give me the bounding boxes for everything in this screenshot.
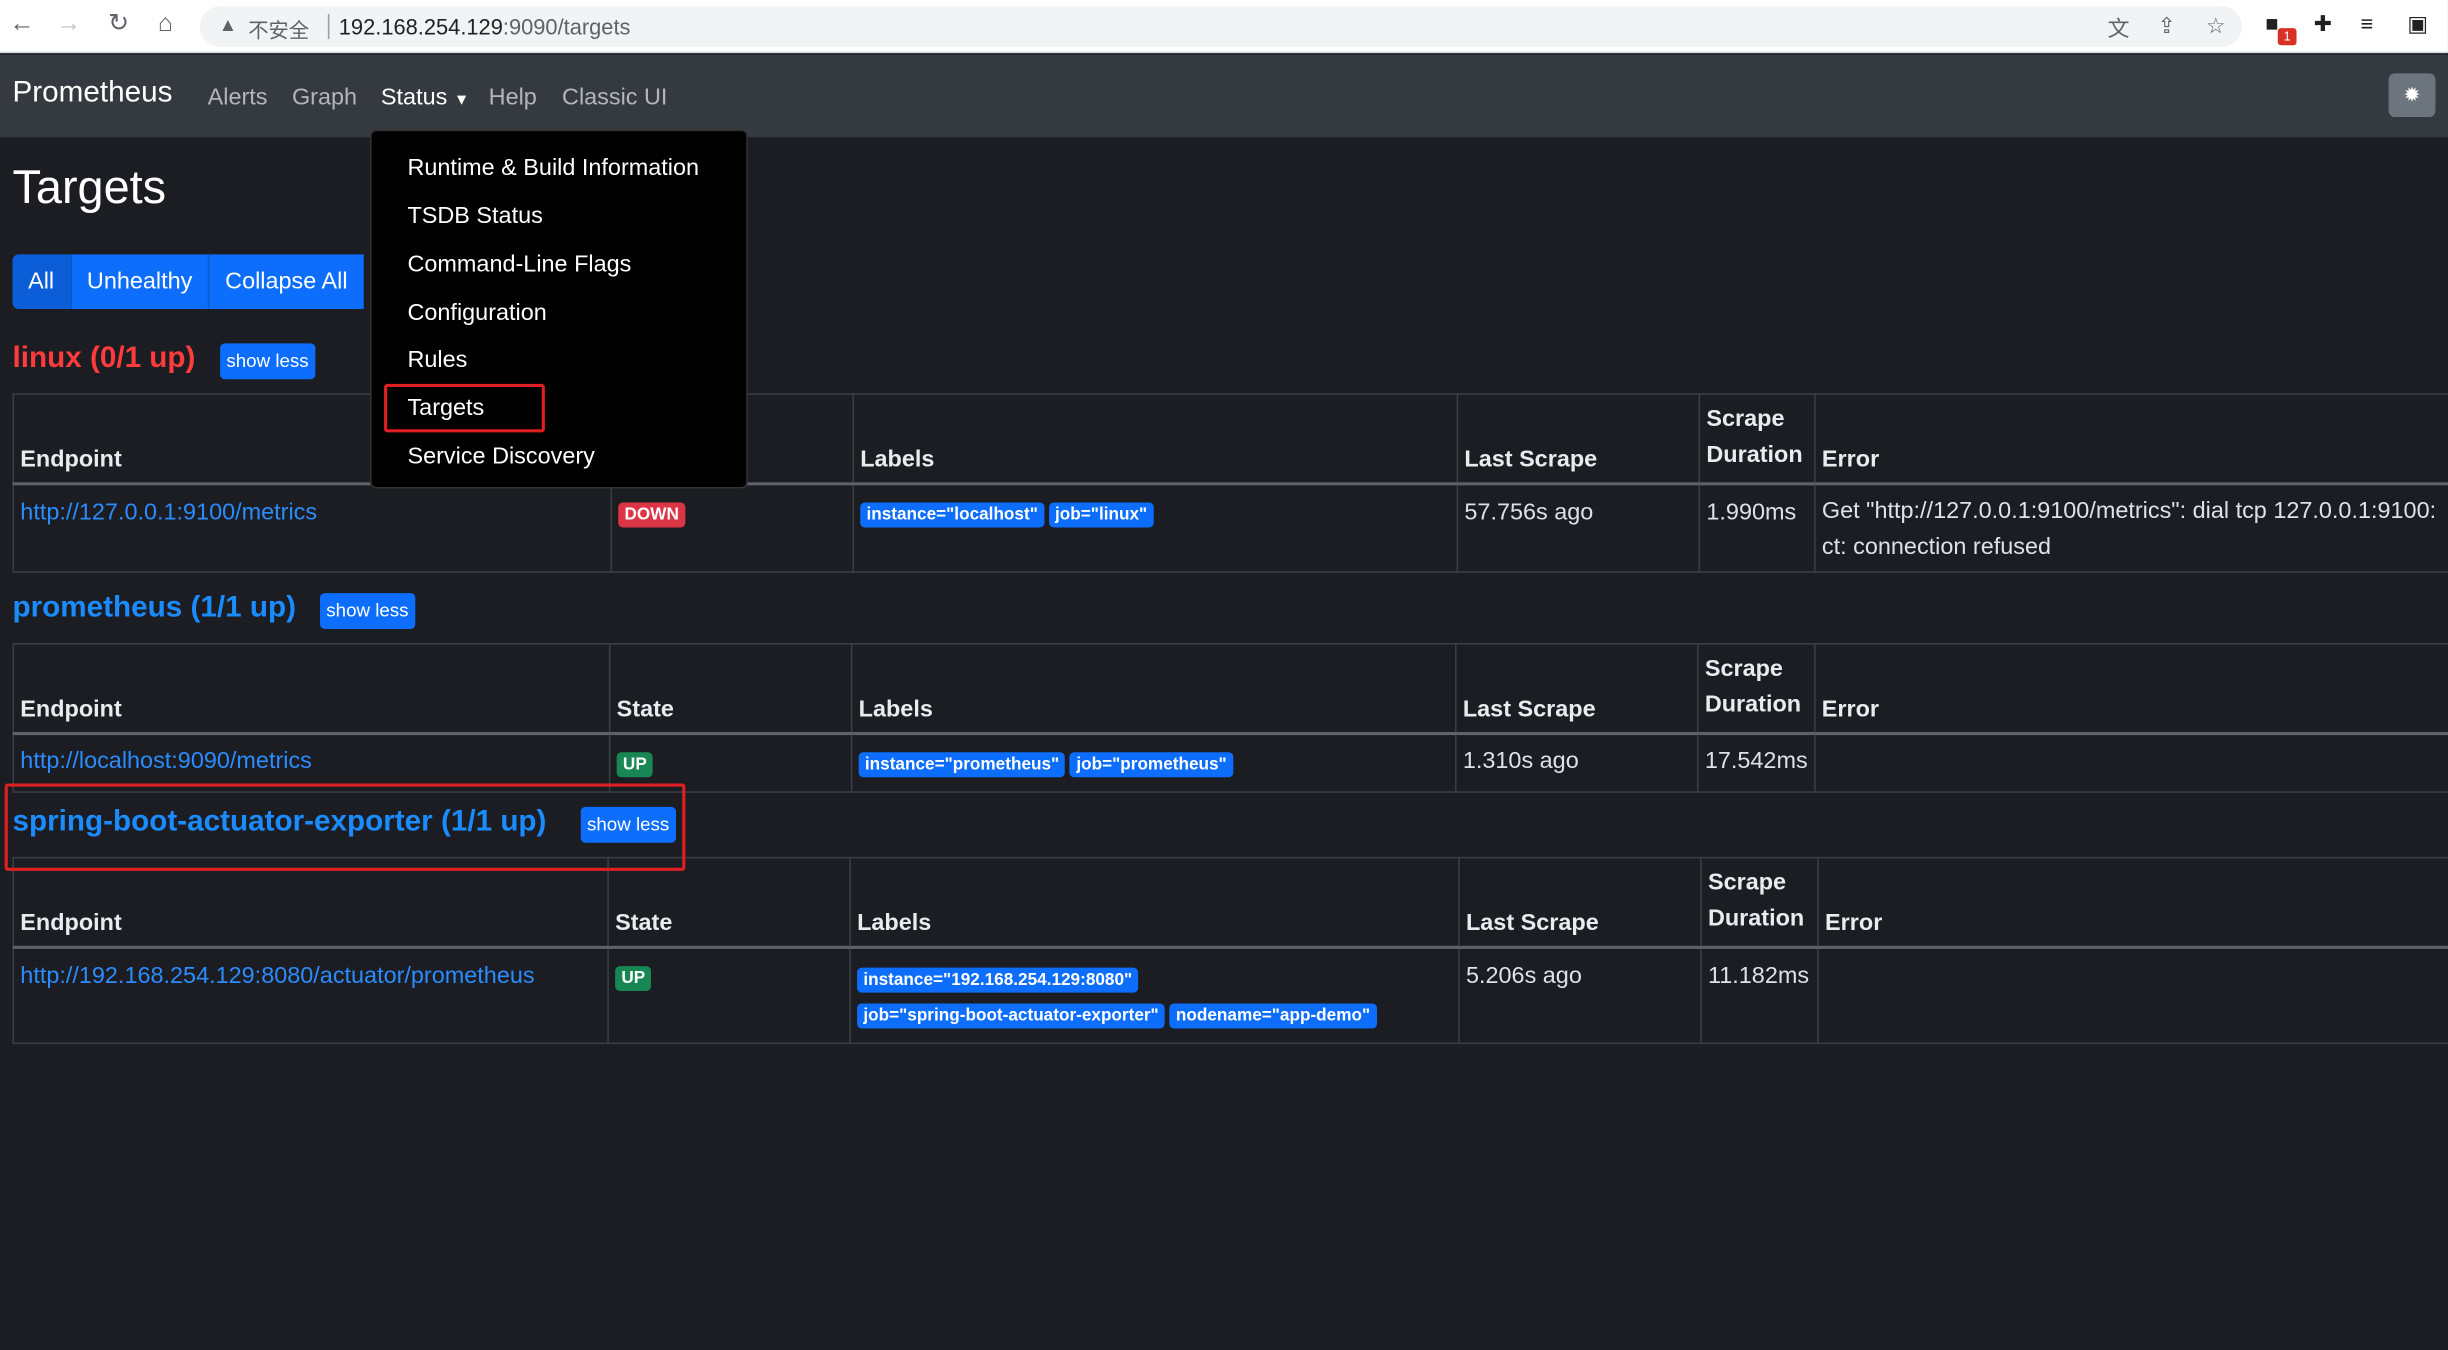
scrape-duration-value: 17.542ms [1697, 732, 1816, 793]
header-duration-word: Duration [1706, 441, 1803, 469]
error-line-2: ct: connection refused [1821, 533, 2052, 561]
menu-item-runtime-build-info[interactable]: Runtime & Build Information [407, 155, 699, 182]
label-badge: instance="192.168.254.129:8080" [857, 967, 1139, 993]
last-scrape-value: 1.310s ago [1455, 732, 1699, 793]
show-less-button[interactable]: show less [220, 343, 315, 380]
last-scrape-value: 57.756s ago [1456, 483, 1701, 573]
reload-icon[interactable]: ↻ [103, 9, 134, 40]
menu-item-configuration[interactable]: Configuration [407, 300, 546, 327]
header-last-scrape: Last Scrape [1455, 643, 1699, 736]
header-error: Error [1813, 643, 2448, 736]
header-error: Error [1814, 393, 2448, 486]
label-badge: instance="localhost" [860, 502, 1045, 528]
top-navbar: Prometheus Alerts Graph Status ▼ Help Cl… [0, 54, 2448, 138]
error-text: Get "http://127.0.0.1:9100/metrics": dia… [1814, 483, 2448, 573]
label-badge: job="spring-boot-actuator-exporter" [857, 1003, 1165, 1029]
endpoint-link[interactable]: http://localhost:9090/metrics [20, 748, 312, 775]
share-icon[interactable]: ⇪ [2158, 12, 2176, 39]
menu-item-service-discovery[interactable]: Service Discovery [407, 443, 594, 470]
header-endpoint: Endpoint [12, 643, 611, 736]
extension-badge: 1 [2277, 28, 2297, 46]
back-icon[interactable]: ← [6, 9, 37, 40]
endpoint-link[interactable]: http://127.0.0.1:9100/metrics [20, 499, 317, 526]
error-text [1817, 946, 2448, 1045]
header-endpoint: Endpoint [12, 856, 609, 949]
theme-toggle-button[interactable]: ✹ [2388, 73, 2436, 118]
nav-help[interactable]: Help [489, 84, 537, 111]
puzzle-icon[interactable]: ✚ [2314, 11, 2332, 38]
nav-status-label: Status [380, 84, 448, 111]
filter-all-button[interactable]: All [12, 254, 72, 310]
label-badge: nodename="app-demo" [1169, 1003, 1377, 1029]
menu-item-rules[interactable]: Rules [407, 346, 467, 373]
last-scrape-value: 5.206s ago [1458, 946, 1702, 1045]
menu-item-command-line-flags[interactable]: Command-Line Flags [407, 251, 631, 278]
scrape-duration-value: 11.182ms [1700, 946, 1819, 1045]
header-labels: Labels [852, 393, 1459, 486]
header-last-scrape: Last Scrape [1456, 393, 1701, 486]
header-scrape-word: Scrape [1707, 869, 1787, 896]
status-dropdown-menu: Runtime & Build Information TSDB Status … [370, 129, 748, 489]
pool-title-prometheus[interactable]: prometheus (1/1 up) [12, 592, 295, 626]
header-scrape-duration: Scrape Duration [1698, 393, 1816, 486]
show-less-button[interactable]: show less [320, 593, 415, 629]
caret-down-icon: ▼ [453, 92, 470, 110]
nav-alerts[interactable]: Alerts [208, 84, 268, 111]
highlight-box-targets [384, 383, 545, 433]
state-badge: UP [616, 752, 654, 778]
header-scrape-word: Scrape [1706, 405, 1785, 433]
header-labels: Labels [850, 643, 1457, 736]
bookmark-star-icon[interactable]: ☆ [2206, 12, 2226, 39]
home-icon[interactable]: ⌂ [150, 9, 181, 40]
label-badge: job="linux" [1048, 502, 1154, 528]
address-bar[interactable]: ▲ 不安全 192.168.254.129:9090/targets 文 ⇪ ☆ [199, 6, 2242, 47]
endpoint-link[interactable]: http://192.168.254.129:8080/actuator/pro… [20, 963, 534, 990]
label-badge: job="prometheus" [1070, 752, 1233, 778]
browser-toolbar: ← → ↻ ⌂ ▲ 不安全 192.168.254.129:9090/targe… [0, 0, 2448, 54]
header-state: State [608, 643, 853, 736]
nav-graph[interactable]: Graph [292, 84, 357, 111]
state-badge: DOWN [618, 502, 686, 528]
address-separator [327, 14, 330, 40]
collapse-all-button[interactable]: Collapse All [209, 254, 364, 310]
table-row: http://192.168.254.129:8080/actuator/pro… [12, 946, 2448, 1045]
reading-list-icon[interactable]: ≡ [2361, 11, 2374, 36]
header-labels: Labels [849, 856, 1460, 949]
forward-icon[interactable]: → [53, 9, 84, 40]
menu-item-tsdb-status[interactable]: TSDB Status [407, 203, 542, 230]
filter-button-group: All Unhealthy Collapse All [12, 254, 364, 310]
header-error: Error [1817, 856, 2448, 949]
insecure-label: 不安全 [248, 18, 310, 43]
header-scrape-word: Scrape [1704, 655, 1783, 683]
brand-logo[interactable]: Prometheus [12, 76, 172, 110]
sun-icon: ✹ [2403, 82, 2421, 107]
header-scrape-duration: Scrape Duration [1697, 643, 1816, 736]
highlight-box-pool [4, 783, 686, 871]
url-path: :9090/targets [502, 14, 631, 40]
targets-table-prometheus: Endpoint State Labels Last Scrape Scrape… [12, 643, 2448, 793]
nav-status[interactable]: Status ▼ [381, 84, 469, 111]
header-state: State [607, 856, 851, 949]
page-title: Targets [12, 162, 167, 214]
header-duration-word: Duration [1704, 691, 1802, 718]
nav-classic-ui[interactable]: Classic UI [562, 84, 667, 111]
extension-icon[interactable]: ■ [2265, 11, 2278, 36]
warning-icon: ▲ [218, 14, 238, 36]
error-text [1813, 732, 2448, 793]
state-badge: UP [615, 966, 652, 992]
translate-icon[interactable]: 文 [2108, 12, 2130, 43]
table-row: http://127.0.0.1:9100/metrics DOWN insta… [12, 483, 2448, 573]
error-line-1: Get "http://127.0.0.1:9100/metrics": dia… [1821, 497, 2437, 525]
scrape-duration-value: 1.990ms [1698, 483, 1816, 573]
header-duration-word: Duration [1707, 905, 1805, 932]
url-text[interactable]: 192.168.254.129:9090/targets [339, 14, 631, 39]
targets-table-spring-boot: Endpoint State Labels Last Scrape Scrape… [12, 856, 2448, 1045]
side-panel-icon[interactable]: ▣ [2407, 11, 2428, 38]
pool-title-linux[interactable]: linux (0/1 up) [12, 342, 195, 376]
url-host: 192.168.254.129 [338, 14, 503, 40]
filter-unhealthy-button[interactable]: Unhealthy [71, 254, 210, 310]
label-badge: instance="prometheus" [858, 752, 1066, 778]
header-last-scrape: Last Scrape [1458, 856, 1702, 949]
header-scrape-duration: Scrape Duration [1700, 856, 1819, 949]
